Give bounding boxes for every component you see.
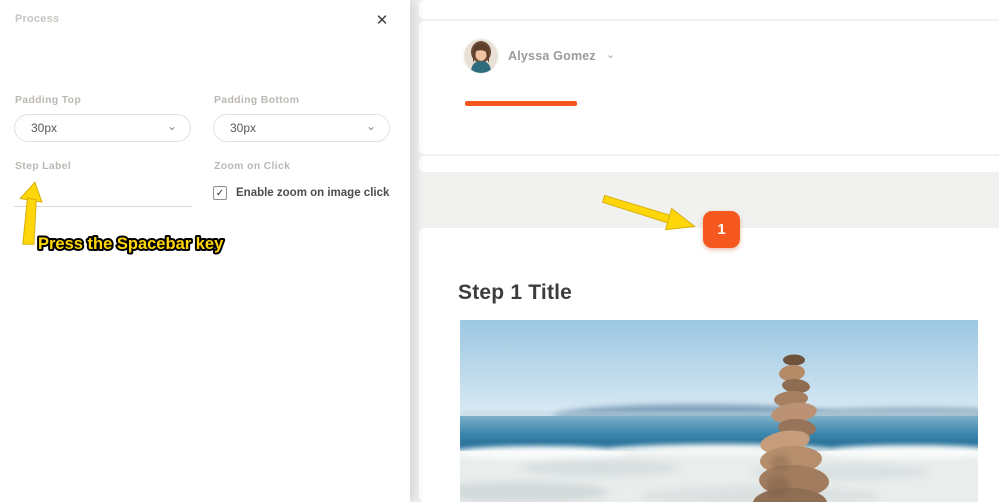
lesson-header-card: Alyssa Gomez ⌄ [419, 21, 999, 154]
zoom-checkbox-row[interactable]: ✓ Enable zoom on image click [213, 186, 389, 200]
padding-top-label: Padding Top [15, 94, 82, 106]
chevron-down-icon: ⌄ [166, 118, 177, 133]
zoom-checkbox[interactable]: ✓ [213, 186, 227, 200]
padding-top-select[interactable]: 30px ⌄ [14, 114, 191, 142]
annotation-arrow-badge [602, 194, 696, 231]
step-image[interactable] [460, 320, 978, 502]
padding-bottom-value: 30px [230, 121, 257, 135]
avatar-image [464, 39, 498, 73]
padding-bottom-select[interactable]: 30px ⌄ [213, 114, 390, 142]
app-window: Alyssa Gomez ⌄ 1 Step 1 Title Process ✕ … [0, 0, 999, 502]
zoom-on-click-label: Zoom on Click [214, 160, 291, 172]
author-row[interactable]: Alyssa Gomez ⌄ [464, 39, 615, 73]
close-button[interactable]: ✕ [372, 11, 392, 31]
step-number: 1 [717, 221, 726, 238]
chevron-down-icon: ⌄ [365, 118, 376, 133]
panel-title: Process [15, 13, 60, 25]
annotation-text: Press the Spacebar key [36, 233, 226, 255]
chevron-down-icon[interactable]: ⌄ [606, 48, 615, 61]
zoom-checkbox-text: Enable zoom on image click [236, 187, 390, 199]
step-number-badge: 1 [703, 211, 740, 248]
author-name: Alyssa Gomez [508, 49, 596, 63]
avatar[interactable] [464, 39, 498, 73]
preview-topbar [419, 0, 999, 19]
step-label-label: Step Label [15, 160, 72, 172]
padding-top-value: 30px [31, 121, 58, 135]
padding-bottom-label: Padding Bottom [214, 94, 300, 106]
settings-panel: Process ✕ Padding Top 30px ⌄ Padding Bot… [0, 0, 410, 502]
spacer-card [419, 156, 999, 172]
close-icon: ✕ [375, 12, 389, 29]
title-placeholder-bar [465, 101, 577, 106]
annotation-text-label: Press the Spacebar key [38, 235, 224, 253]
checkmark-icon: ✓ [215, 187, 225, 199]
beach-photo [460, 320, 978, 502]
step-title: Step 1 Title [458, 281, 573, 304]
preview-pane: Alyssa Gomez ⌄ 1 Step 1 Title [410, 0, 999, 502]
